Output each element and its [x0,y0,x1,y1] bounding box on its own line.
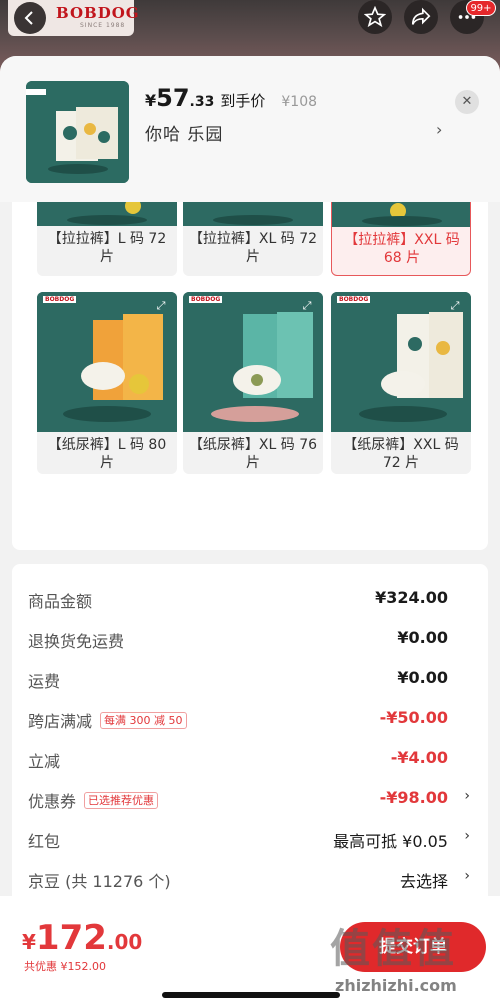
chevron-right-icon[interactable]: › [464,788,470,804]
order-sheet: ¥ 57 .33 到手价 ¥108 你哈 乐园 › ✕ 【拉拉裤】L 码 72 … [0,56,500,1008]
total-price: ¥ 172 .00 [22,918,142,958]
watermark-logo: 值值值 [330,926,456,972]
variant-option[interactable]: BOBDOG ⤢ 【纸尿裤】L 码 80 片 [37,292,177,474]
notification-badge: 99+ [466,0,496,16]
variant-label: 【纸尿裤】XXL 码 72 片 [343,437,459,471]
fee-label: 跨店满减 [28,712,93,731]
total-savings: 共优惠 ¥152.00 [24,960,106,973]
fee-label: 京豆 (共 11276 个) [28,872,171,891]
promo-tag: 已选推荐优惠 [84,791,159,809]
fee-row-goods-amount: 商品金额 ¥324.00 [12,580,488,620]
expand-icon[interactable]: ⤢ [299,298,315,314]
brand-mini-logo: BOBDOG [43,296,77,303]
expand-icon[interactable]: ⤢ [153,298,169,314]
brand-mini-logo: BOBDOG [189,296,223,303]
variant-label: 【拉拉裤】XXL 码 68 片 [344,232,460,266]
chevron-right-icon[interactable]: › [436,120,442,139]
fee-value: -¥98.00 [379,788,448,807]
fee-row-shipping: 运费 ¥0.00 [12,660,488,700]
brand-logo-sub: SINCE 1988 [80,22,126,29]
price-row: ¥ 57 .33 到手价 ¥108 [145,84,317,112]
brand-logo-text: BOBDOG [56,4,140,22]
total-currency: ¥ [22,930,36,954]
variant-panel: 【拉拉裤】L 码 72 片 【拉拉裤】XL 码 72 片 【拉拉裤】XXL 码 … [12,184,488,550]
promo-tag: 每满 300 减 50 [100,711,187,729]
fee-value: -¥50.00 [379,708,448,727]
fee-value: ¥0.00 [397,668,448,687]
price-tag: 到手价 [220,92,266,110]
close-button[interactable]: ✕ [455,90,479,114]
brand-mini-logo: BOBDOG [337,296,371,303]
fee-row-cross-store-discount: 跨店满减 每满 300 减 50 -¥50.00 [12,700,488,740]
fee-value: 去选择 [399,872,448,891]
fee-row-jd-beans[interactable]: 京豆 (共 11276 个) 去选择 › [12,860,488,900]
variant-label: 【纸尿裤】L 码 80 片 [47,437,167,471]
fee-row-coupon[interactable]: 优惠券 已选推荐优惠 -¥98.00 › [12,780,488,820]
fee-label: 优惠券 [28,792,77,811]
fee-label: 商品金额 [28,592,93,611]
variant-label: 【拉拉裤】L 码 72 片 [47,231,167,265]
back-button[interactable] [14,2,46,34]
fee-row-return-shipping: 退换货免运费 ¥0.00 [12,620,488,660]
fee-value: ¥324.00 [375,588,448,607]
share-button[interactable] [404,0,438,34]
variant-option[interactable]: BOBDOG ⤢ 【纸尿裤】XL 码 76 片 [183,292,323,474]
fee-label: 红包 [28,832,61,851]
fee-value: ¥0.00 [397,628,448,647]
share-icon [411,7,431,25]
original-price: ¥108 [281,94,318,110]
watermark-url: zhizhizhi.com [335,976,457,995]
fee-label: 运费 [28,672,61,691]
total-integer: 172 [35,918,107,958]
favorite-button[interactable] [358,0,392,34]
expand-icon[interactable]: ⤢ [447,298,463,314]
product-header: ¥ 57 .33 到手价 ¥108 你哈 乐园 › ✕ [0,56,500,202]
variant-label: 【拉拉裤】XL 码 72 片 [188,231,318,265]
fee-label: 退换货免运费 [28,632,125,651]
star-icon [364,6,386,28]
fee-row-instant-discount: 立减 -¥4.00 [12,740,488,780]
selected-spec[interactable]: 你哈 乐园 [145,120,223,145]
variant-label: 【纸尿裤】XL 码 76 片 [188,437,318,471]
price-decimal: .33 [189,94,215,110]
fee-value: 最高可抵 ¥0.05 [333,832,448,851]
fee-value: -¥4.00 [390,748,448,767]
home-indicator [162,992,340,998]
chevron-right-icon[interactable]: › [464,828,470,844]
currency-symbol: ¥ [145,91,157,110]
fee-row-red-packet[interactable]: 红包 最高可抵 ¥0.05 › [12,820,488,860]
fee-breakdown: 商品金额 ¥324.00 退换货免运费 ¥0.00 运费 ¥0.00 跨店满减每… [12,564,488,904]
price-integer: 57 [156,84,190,112]
variant-option[interactable]: BOBDOG ⤢ 【纸尿裤】XXL 码 72 片 [331,292,471,474]
fee-label: 立减 [28,752,61,771]
product-thumbnail [26,81,129,183]
back-icon [24,11,33,25]
total-decimal: .00 [106,930,143,954]
chevron-right-icon[interactable]: › [464,868,470,884]
